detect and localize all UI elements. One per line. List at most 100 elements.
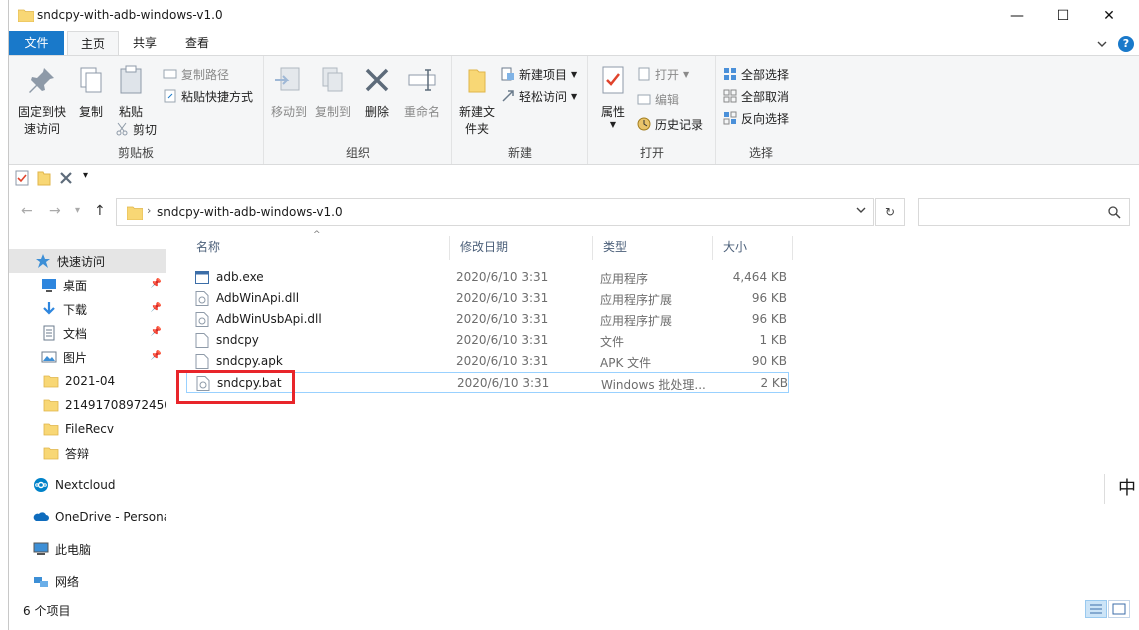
sidebar-item-label: 图片 <box>63 350 88 365</box>
onedrive-icon <box>33 509 49 525</box>
delete-icon[interactable] <box>59 171 73 185</box>
sidebar-item-label: 此电脑 <box>55 542 92 557</box>
address-bar[interactable]: › sndcpy-with-adb-windows-v1.0 <box>116 198 874 226</box>
sidebar-item-5[interactable]: 2021-04 <box>9 369 166 393</box>
folder-icon <box>43 421 59 437</box>
sidebar-item-8[interactable]: 答辩 <box>9 441 166 465</box>
file-type: 文件 <box>600 335 625 349</box>
large-icons-view-button[interactable] <box>1108 600 1130 618</box>
maximize-button[interactable]: ☐ <box>1040 0 1086 31</box>
tab-file[interactable]: 文件 <box>9 31 64 55</box>
new-folder-button[interactable]: 新建文件夹 <box>455 64 499 138</box>
refresh-icon: ↻ <box>884 205 896 219</box>
file-size: 2 KB <box>760 376 788 390</box>
file-size: 96 KB <box>751 312 787 326</box>
sidebar-item-0[interactable]: 快速访问 <box>9 249 166 273</box>
address-path[interactable]: sndcpy-with-adb-windows-v1.0 <box>157 205 343 219</box>
expand-ribbon-icon[interactable] <box>1096 38 1108 50</box>
properties-button[interactable]: 属性 ▼ <box>595 64 631 129</box>
new-folder-icon[interactable] <box>37 170 51 186</box>
document-icon <box>41 325 57 341</box>
paste-button[interactable]: 粘贴 <box>113 64 149 121</box>
select-all-button[interactable]: 全部选择 <box>723 64 789 84</box>
recent-locations-icon[interactable]: ▾ <box>75 205 80 216</box>
new-item-button[interactable]: 新建项目 ▼ <box>501 64 577 84</box>
column-header-name[interactable]: 名称 <box>186 236 450 260</box>
help-icon[interactable]: ? <box>1118 36 1134 52</box>
column-header-size[interactable]: 大小 <box>713 236 793 260</box>
copy-to-button[interactable]: 复制到 <box>313 64 353 121</box>
forward-icon[interactable]: → <box>49 203 61 219</box>
column-header-type[interactable]: 类型 <box>593 236 713 260</box>
invert-selection-button[interactable]: 反向选择 <box>723 108 789 128</box>
sidebar-item-1[interactable]: 桌面 📌 <box>9 273 166 297</box>
file-row[interactable]: sndcpy 2020/6/10 3:31 文件 1 KB <box>186 330 789 351</box>
folder-icon <box>43 445 59 461</box>
file-name: AdbWinApi.dll <box>216 291 300 305</box>
cut-label: 剪切 <box>133 122 158 137</box>
file-size: 96 KB <box>751 291 787 305</box>
breadcrumb-chevron-icon[interactable]: › <box>147 204 151 217</box>
file-row[interactable]: AdbWinUsbApi.dll 2020/6/10 3:31 应用程序扩展 96 K… <box>186 309 789 330</box>
pin-quick-access-button[interactable]: 固定到快速访问 <box>13 64 71 138</box>
open-button[interactable]: 打开 ▼ <box>637 64 689 84</box>
delete-button[interactable]: 删除 <box>361 64 393 121</box>
sidebar-item-6[interactable]: 214917089724502 <box>9 393 166 417</box>
sidebar-item-4[interactable]: 图片 📌 <box>9 345 166 369</box>
sidebar-item-label: 文档 <box>63 326 88 341</box>
up-icon[interactable]: ↑ <box>94 203 106 219</box>
details-view-button[interactable] <box>1085 600 1107 618</box>
copy-path-icon <box>163 69 177 79</box>
file-type: APK 文件 <box>600 356 652 370</box>
refresh-button[interactable]: ↻ <box>875 198 905 226</box>
ime-indicator[interactable]: 中 <box>1104 474 1139 504</box>
edit-button[interactable]: 编辑 <box>637 89 679 109</box>
rename-button[interactable]: 重命名 <box>401 64 443 121</box>
minimize-button[interactable]: — <box>994 0 1040 31</box>
search-input[interactable] <box>918 198 1130 226</box>
copy-path-button[interactable]: 复制路径 <box>163 64 229 84</box>
scissors-icon <box>116 122 128 136</box>
folder-icon <box>43 397 59 413</box>
sidebar-item-11[interactable]: 此电脑 <box>9 537 166 561</box>
open-group: 属性 ▼ 打开 ▼ 编辑 历史记录 打开 <box>589 56 716 164</box>
folder-icon <box>127 206 143 220</box>
sidebar-item-9[interactable]: Nextcloud <box>9 473 166 497</box>
file-row[interactable]: AdbWinApi.dll 2020/6/10 3:31 应用程序扩展 96 KB <box>186 288 789 309</box>
sidebar-item-7[interactable]: FileRecv <box>9 417 166 441</box>
paste-shortcut-button[interactable]: 粘贴快捷方式 <box>163 86 253 106</box>
sidebar-item-3[interactable]: 文档 📌 <box>9 321 166 345</box>
file-name: sndcpy <box>216 333 259 347</box>
address-dropdown-icon[interactable] <box>855 204 867 219</box>
history-button[interactable]: 历史记录 <box>637 114 703 134</box>
dll-icon <box>195 291 209 306</box>
customize-toolbar-icon[interactable]: ▾ <box>83 170 88 181</box>
column-header-date[interactable]: 修改日期 <box>450 236 593 260</box>
easy-access-button[interactable]: 轻松访问 ▼ <box>501 86 577 106</box>
new-group: 新建文件夹 新建项目 ▼ 轻松访问 ▼ 新建 <box>453 56 588 164</box>
tab-share[interactable]: 共享 <box>119 31 171 55</box>
sidebar-item-2[interactable]: 下载 📌 <box>9 297 166 321</box>
cut-button[interactable]: 剪切 <box>115 119 157 139</box>
file-type: 应用程序 <box>600 272 649 286</box>
close-button[interactable]: ✕ <box>1086 0 1132 31</box>
select-none-button[interactable]: 全部取消 <box>723 86 789 106</box>
copy-button[interactable]: 复制 <box>73 64 109 121</box>
pin-icon: 📌 <box>150 327 162 337</box>
move-to-button[interactable]: 移动到 <box>269 64 309 121</box>
file-row[interactable]: sndcpy.apk 2020/6/10 3:31 APK 文件 90 KB <box>186 351 789 372</box>
new-group-label: 新建 <box>507 146 532 160</box>
delete-label: 删除 <box>364 105 389 119</box>
desktop-icon <box>41 277 57 293</box>
tab-home[interactable]: 主页 <box>67 31 119 55</box>
sidebar-item-label: 答辩 <box>65 446 90 461</box>
dll-icon <box>195 312 209 327</box>
navigation-pane: 快速访问桌面 📌 下载 📌 文档 📌 图片 📌 2021-04 214917089724502 Fi… <box>9 236 166 598</box>
sidebar-item-12[interactable]: 网络 <box>9 569 166 593</box>
file-row[interactable]: adb.exe 2020/6/10 3:31 应用程序 4,464 KB <box>186 267 789 288</box>
sidebar-item-10[interactable]: OneDrive - Persona <box>9 505 166 529</box>
tab-view[interactable]: 查看 <box>171 31 223 55</box>
back-icon[interactable]: ← <box>21 203 33 219</box>
edit-icon <box>637 94 651 105</box>
properties-icon[interactable] <box>15 170 29 186</box>
